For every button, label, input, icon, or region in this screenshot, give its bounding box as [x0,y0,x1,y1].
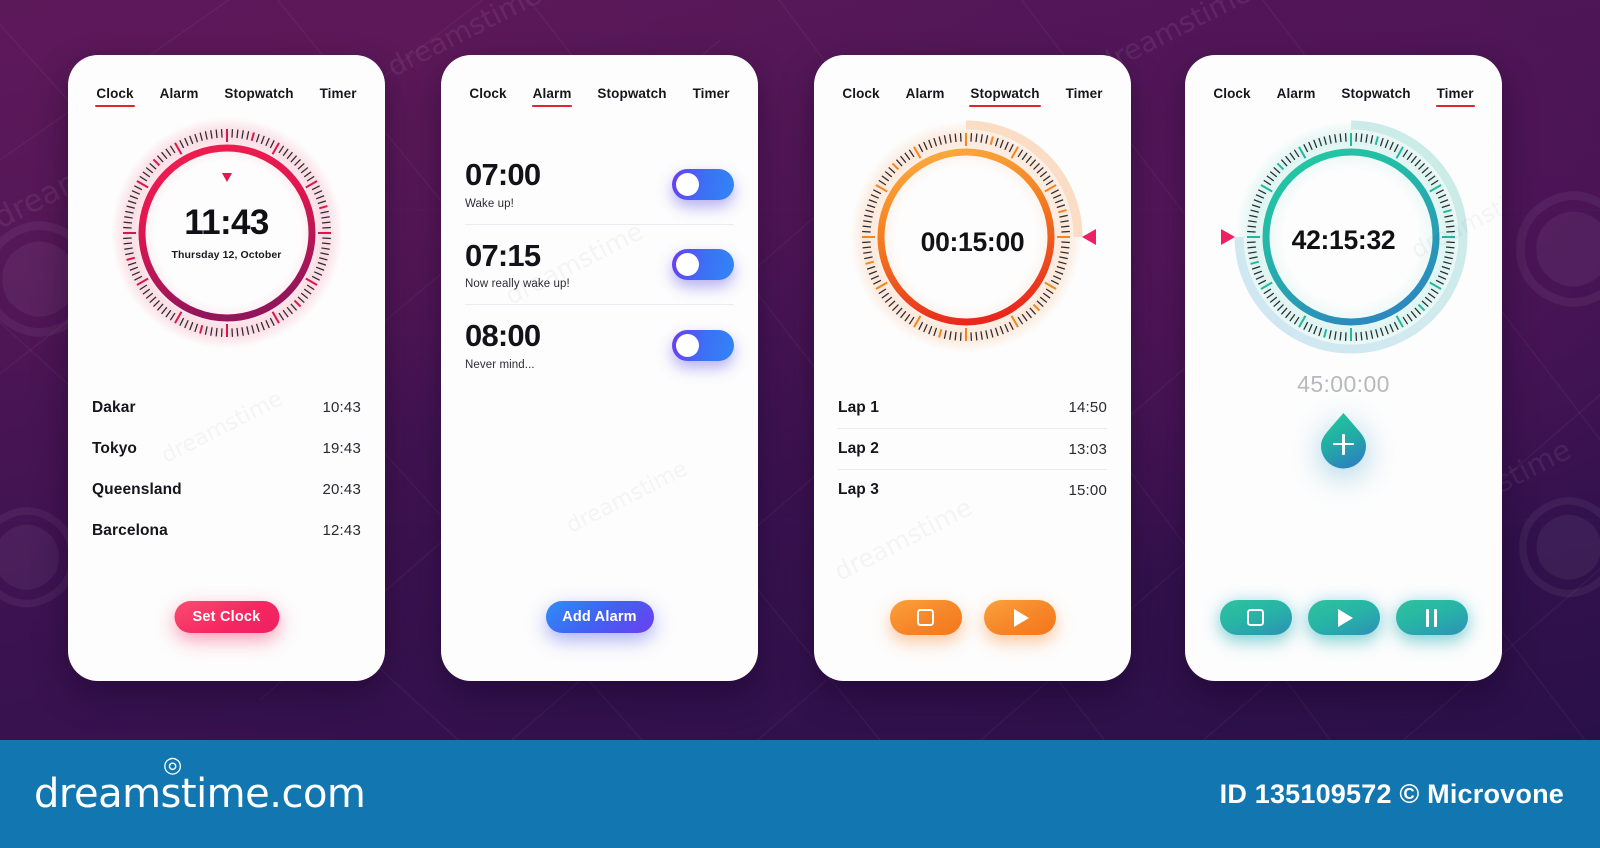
tab-bar-clock: Clock Alarm Stopwatch Timer [68,55,385,108]
timer-dial-area: 42:15:32 [1185,107,1502,365]
lap-row[interactable]: Lap 1 14:50 [838,387,1107,428]
stopwatch-controls [814,600,1131,635]
timer-total-time: 45:00:00 [1297,371,1390,397]
stopwatch-dial-area: 00:15:00 [814,107,1131,369]
play-icon [1014,608,1029,627]
alarm-row[interactable]: 07:00 Wake up! [465,144,734,224]
alarm-list: 07:00 Wake up! 07:15 Now really wake up! [465,144,734,385]
tab-bar-alarm: Clock Alarm Stopwatch Timer [441,55,758,108]
tab-alarm[interactable]: Alarm [147,86,212,107]
play-icon [1338,608,1353,627]
tab-stopwatch[interactable]: Stopwatch [211,86,306,107]
add-alarm-button[interactable]: Add Alarm [545,601,654,633]
timer-stop-button[interactable] [1219,600,1292,635]
alarm-row[interactable]: 07:15 Now really wake up! [465,223,734,305]
alarm-info: 08:00 Never mind... [465,318,541,371]
alarm-note: Wake up! [465,197,514,210]
tab-timer[interactable]: Timer [680,86,743,107]
tab-stopwatch[interactable]: Stopwatch [584,86,679,107]
dreamstime-logo-text: dreamstime.com [34,771,366,817]
timer-dial[interactable] [1211,107,1477,365]
dreamstime-spiral-icon: ◎ [163,753,182,778]
alarm-note: Now really wake up! [465,278,570,291]
tab-timer[interactable]: Timer [1053,86,1116,107]
alarm-time: 07:00 [465,157,541,192]
image-credit: ID 135109572 © Microvone [1219,778,1564,809]
timer-play-button[interactable] [1307,600,1380,635]
timer-pause-button[interactable] [1395,600,1468,635]
phone-screen-clock: Clock Alarm Stopwatch Timer 11:43 Thursd… [68,55,385,681]
city-name: Queensland [92,480,182,498]
phone-screen-stopwatch: Clock Alarm Stopwatch Timer 00:15:00 Lap… [814,55,1131,681]
world-clock-row[interactable]: Dakar 10:43 [92,387,361,428]
stop-icon [1247,609,1264,626]
timer-add-area [1185,412,1502,469]
toggle-knob [676,172,699,196]
city-time: 19:43 [322,440,361,457]
clock-dial-area: 11:43 Thursday 12, October [68,107,385,369]
lap-row[interactable]: Lap 2 13:03 [838,428,1107,469]
city-time: 10:43 [322,399,361,416]
world-clock-list: Dakar 10:43 Tokyo 19:43 Queensland 20:43… [92,387,361,551]
city-time: 20:43 [322,481,361,498]
tab-clock[interactable]: Clock [456,86,519,107]
lap-time: 13:03 [1068,440,1107,458]
stopwatch-play-button[interactable] [983,600,1056,635]
toggle-knob [676,253,699,277]
clock-dial[interactable] [101,107,353,359]
lap-name: Lap 1 [838,398,879,416]
tab-timer[interactable]: Timer [307,86,370,107]
stopwatch-dial[interactable] [840,107,1106,369]
timer-controls [1185,600,1502,635]
world-clock-row[interactable]: Queensland 20:43 [92,469,361,510]
city-name: Dakar [92,398,136,416]
tab-clock[interactable]: Clock [83,86,146,108]
toggle-knob [676,334,699,358]
pause-icon [1425,608,1438,627]
alarm-note: Never mind... [465,358,535,371]
stopwatch-marker-icon [1081,229,1096,245]
tab-alarm[interactable]: Alarm [1264,86,1329,107]
alarm-toggle[interactable] [672,168,734,200]
lap-name: Lap 3 [838,481,879,498]
phone-screen-alarm: Clock Alarm Stopwatch Timer 07:00 Wake u… [441,55,758,681]
tab-clock[interactable]: Clock [829,86,892,107]
world-clock-row[interactable]: Barcelona 12:43 [92,510,361,551]
plus-icon [1318,412,1369,469]
tab-stopwatch[interactable]: Stopwatch [1328,86,1423,107]
alarm-info: 07:15 Now really wake up! [465,237,570,291]
stop-icon [917,609,934,626]
timer-marker-icon [1220,229,1235,245]
alarm-row[interactable]: 08:00 Never mind... [465,304,734,385]
lap-list: Lap 1 14:50 Lap 2 13:03 Lap 3 15:00 [838,387,1107,510]
lap-name: Lap 2 [838,440,879,457]
screenshot-stage: ◉ ◉ ◉ ◉ dreamstime dreamstime dreamstime… [0,0,1600,848]
city-name: Barcelona [92,521,168,539]
tab-bar-timer: Clock Alarm Stopwatch Timer [1185,55,1502,108]
city-time: 12:43 [322,522,361,539]
tab-clock[interactable]: Clock [1200,86,1263,107]
tab-bar-stopwatch: Clock Alarm Stopwatch Timer [814,55,1131,108]
set-clock-button[interactable]: Set Clock [174,601,279,633]
dreamstime-logo: dreamstime.com ◎ [34,755,366,818]
lap-row[interactable]: Lap 3 15:00 [838,469,1107,510]
lap-time: 15:00 [1068,481,1107,499]
timer-add-button[interactable] [1318,412,1369,469]
tab-alarm[interactable]: Alarm [520,86,585,108]
alarm-toggle[interactable] [672,249,734,281]
lap-time: 14:50 [1068,399,1107,416]
alarm-info: 07:00 Wake up! [465,157,541,210]
stopwatch-stop-button[interactable] [889,600,962,635]
watermark-footer-bar: dreamstime.com ◎ ID 135109572 © Microvon… [0,740,1600,848]
city-name: Tokyo [92,439,137,457]
alarm-time: 07:15 [465,237,541,273]
world-clock-row[interactable]: Tokyo 19:43 [92,428,361,469]
watermark-text: dreamstime [563,456,692,538]
alarm-toggle[interactable] [672,330,734,362]
tab-alarm[interactable]: Alarm [893,86,958,107]
alarm-time: 08:00 [465,318,541,354]
phone-screen-timer: Clock Alarm Stopwatch Timer 42:15:32 45:… [1185,55,1502,681]
tab-stopwatch[interactable]: Stopwatch [957,86,1052,108]
tab-timer[interactable]: Timer [1424,86,1487,108]
